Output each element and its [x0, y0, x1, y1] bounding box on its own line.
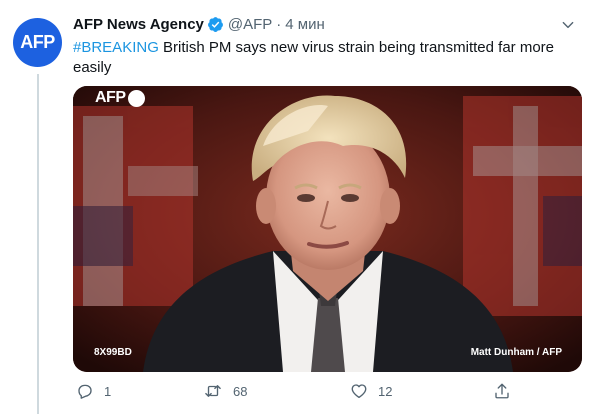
photo-afp-logo: AFP	[95, 89, 145, 107]
avatar-logo-text: AFP	[20, 32, 55, 52]
tweet-photo[interactable]: AFP 8X99BD Matt Dunham / AFP	[73, 86, 582, 372]
tweet[interactable]: AFP AFP News Agency @AFP · 4 мин #BREAKI…	[0, 0, 598, 414]
thread-line	[37, 74, 39, 414]
avatar[interactable]: AFP	[13, 18, 62, 67]
verified-badge-icon	[207, 16, 224, 33]
photo-illustration	[73, 86, 582, 372]
separator-dot: ·	[276, 15, 282, 33]
share-button[interactable]	[493, 382, 521, 400]
like-count: 12	[378, 383, 393, 399]
author-name[interactable]: AFP News Agency	[73, 16, 204, 33]
photo-credit: Matt Dunham / AFP	[470, 347, 562, 358]
share-icon	[495, 383, 509, 399]
chevron-down-icon[interactable]	[557, 14, 579, 36]
heart-icon	[351, 384, 367, 399]
photo-id: 8X99BD	[94, 347, 132, 358]
retweet-button[interactable]: 68	[203, 382, 247, 400]
tweet-timestamp[interactable]: 4 мин	[285, 16, 325, 33]
afp-logo-ball-icon	[127, 89, 145, 107]
tweet-text: #BREAKING British PM says new virus stra…	[73, 38, 563, 78]
reply-icon	[78, 384, 92, 399]
author-handle[interactable]: @AFP	[228, 16, 272, 33]
retweet-icon	[205, 385, 221, 397]
like-button[interactable]: 12	[350, 382, 392, 400]
reply-button[interactable]: 1	[76, 382, 111, 400]
photo-logo-text: AFP	[95, 89, 126, 106]
tweet-header: AFP News Agency @AFP · 4 мин	[73, 14, 325, 34]
retweet-count: 68	[233, 383, 248, 399]
tweet-actions: 1 68 12	[73, 382, 573, 404]
reply-count: 1	[104, 383, 112, 399]
hashtag-link[interactable]: #BREAKING	[73, 39, 159, 56]
